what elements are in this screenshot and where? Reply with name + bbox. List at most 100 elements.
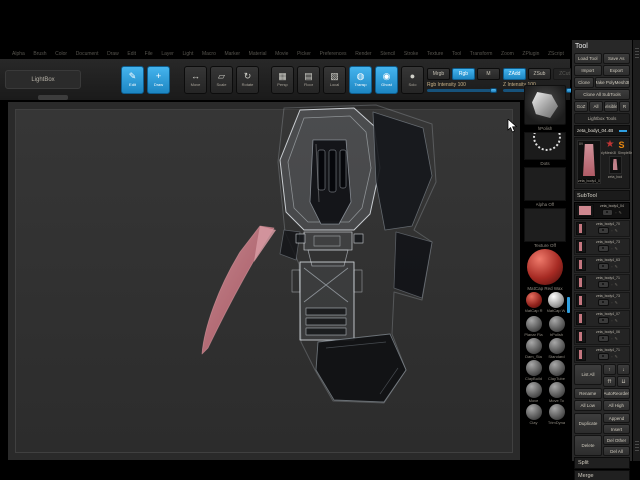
visibility-eye-icon[interactable] [598,263,610,270]
clone-button[interactable]: Clone [574,77,594,88]
subtool-brush-icon[interactable]: ✎ [615,300,618,305]
menu-item-tool[interactable]: Tool [452,51,461,57]
mrgb-button[interactable]: Mrgb [427,67,450,80]
polypaint-icon[interactable]: ◦ [611,282,612,287]
polypaint-icon[interactable]: ◦ [611,264,612,269]
quick-brush[interactable]: Clay [523,404,544,425]
recent-tool-thumbnail[interactable] [608,156,622,174]
texture-selector[interactable] [524,208,566,242]
menu-item-light[interactable]: Light [182,51,193,57]
visibility-eye-icon[interactable] [598,353,610,360]
del-all-button[interactable]: Del All [603,446,630,456]
quick-brush[interactable]: ClayBuild [523,360,544,381]
menu-item-marker[interactable]: Marker [224,51,240,57]
quick-brush[interactable]: Move [523,382,544,403]
menu-item-movie[interactable]: Movie [275,51,288,57]
subtool-row-selected[interactable]: zeta_body4_04 ◦ ✎ [574,202,630,219]
visibility-eye-icon[interactable] [602,209,614,216]
menu-item-stencil[interactable]: Stencil [380,51,395,57]
list-all-button[interactable]: List All [574,364,602,385]
visibility-eye-icon[interactable] [598,227,610,234]
delete-button[interactable]: Delete [574,435,602,456]
draw-mode-button[interactable]: + Draw [147,65,170,94]
menu-item-edit[interactable]: Edit [127,51,136,57]
menu-item-texture[interactable]: Texture [427,51,443,57]
quick-brush[interactable]: hPolish [546,316,567,337]
subtool-row[interactable]: zeta_body4_71 ◦ ✎ [574,346,630,363]
solo-button[interactable]: ● Solo [401,65,424,94]
visibility-eye-icon[interactable] [598,335,610,342]
menu-item-alpha[interactable]: Alpha [12,51,25,57]
goz-button[interactable]: GoZ [574,101,588,112]
subtool-brush-icon[interactable]: ✎ [615,336,618,341]
visibility-eye-icon[interactable] [598,317,610,324]
stroke-selector[interactable] [524,132,566,160]
export-button[interactable]: Export [602,65,630,76]
transp-button[interactable]: ◍ Transp [349,65,372,94]
rename-button[interactable]: Rename [574,388,602,399]
subtool-brush-icon[interactable]: ✎ [615,246,618,251]
menu-item-zscript[interactable]: ZScript [548,51,564,57]
all-high-button[interactable]: All High [602,400,630,411]
subtool-brush-icon[interactable]: ✎ [615,228,618,233]
autoreorder-button[interactable]: AutoReorder [602,388,630,399]
polypaint-icon[interactable]: ◦ [611,336,612,341]
subtool-row[interactable]: zeta_body4_06 ◦ ✎ [574,328,630,345]
import-button[interactable]: Import [574,65,602,76]
alpha-selector[interactable] [524,167,566,201]
menu-item-draw[interactable]: Draw [107,51,119,57]
subtool-bottom-button[interactable]: ⇊ [617,376,630,387]
material-selector[interactable] [527,249,563,285]
polypaint-icon[interactable]: ◦ [611,300,612,305]
zsub-button[interactable]: ZSub [528,67,551,80]
lightbox-button[interactable]: LightBox [5,70,81,89]
visibility-eye-icon[interactable] [598,299,610,306]
visibility-eye-icon[interactable] [598,281,610,288]
scale-mode-button[interactable]: ▱ Scale [210,65,233,94]
goz-visible-button[interactable]: Visible [604,101,618,112]
current-tool-thumbnail[interactable]: 89 zeta_body4_04 [577,140,601,184]
polymesh3d-star-icon[interactable]: ★ [606,140,615,150]
quick-brush[interactable]: Dam_Sta [523,338,544,359]
edit-mode-button[interactable]: ✎ Edit [121,65,144,94]
menu-item-render[interactable]: Render [355,51,371,57]
goz-r-button[interactable]: R [619,101,630,112]
menu-item-stroke[interactable]: Stroke [404,51,418,57]
del-other-button[interactable]: Del Other [603,435,630,445]
active-tool-name-bar[interactable]: zeta_bodyt_04.4B [574,125,630,136]
quick-brush[interactable]: ClayTube [546,360,567,381]
quick-brush[interactable]: Move To [546,382,567,403]
polypaint-icon[interactable]: ◦ [611,246,612,251]
menu-item-brush[interactable]: Brush [33,51,46,57]
save-as-button[interactable]: Save As [602,53,630,64]
load-tool-button[interactable]: Load Tool [574,53,602,64]
simple-brush-icon[interactable]: S [618,140,624,150]
rgb-intensity-slider[interactable]: Rgb Intensity 100 [427,82,497,93]
menu-item-material[interactable]: Material [249,51,267,57]
menu-item-picker[interactable]: Picker [297,51,311,57]
local-button[interactable]: ▧ Local [323,65,346,94]
section-merge[interactable]: Merge [574,470,630,480]
floor-button[interactable]: ▤ Floor [297,65,320,94]
subtool-brush-icon[interactable]: ✎ [615,282,618,287]
panel-scrollbar[interactable] [632,40,640,461]
clone-all-subtools-button[interactable]: Clone All SubTools [574,89,630,100]
scroll-grip-top[interactable] [635,48,639,58]
subtool-brush-icon[interactable]: ✎ [615,318,618,323]
menu-item-file[interactable]: File [145,51,153,57]
menu-item-transform[interactable]: Transform [470,51,493,57]
duplicate-button[interactable]: Duplicate [574,413,602,434]
quick-brush[interactable]: Planar Fla [523,316,544,337]
visibility-eye-icon[interactable] [598,245,610,252]
subtool-down-button[interactable]: ↓ [617,364,630,375]
all-low-button[interactable]: All Low [574,400,602,411]
menu-item-zoom[interactable]: Zoom [501,51,514,57]
menu-item-color[interactable]: Color [55,51,67,57]
subtool-row[interactable]: zeta_body4_70 ◦ ✎ [574,220,630,237]
ghost-button[interactable]: ◉ Ghost [375,65,398,94]
polypaint-icon[interactable]: ◦ [615,210,616,215]
move-mode-button[interactable]: ↔ Move [184,65,207,94]
append-button[interactable]: Append [603,413,630,423]
subtool-row[interactable]: zeta_body4_73 ◦ ✎ [574,292,630,309]
subtool-section-header[interactable]: SubTool [574,190,630,201]
